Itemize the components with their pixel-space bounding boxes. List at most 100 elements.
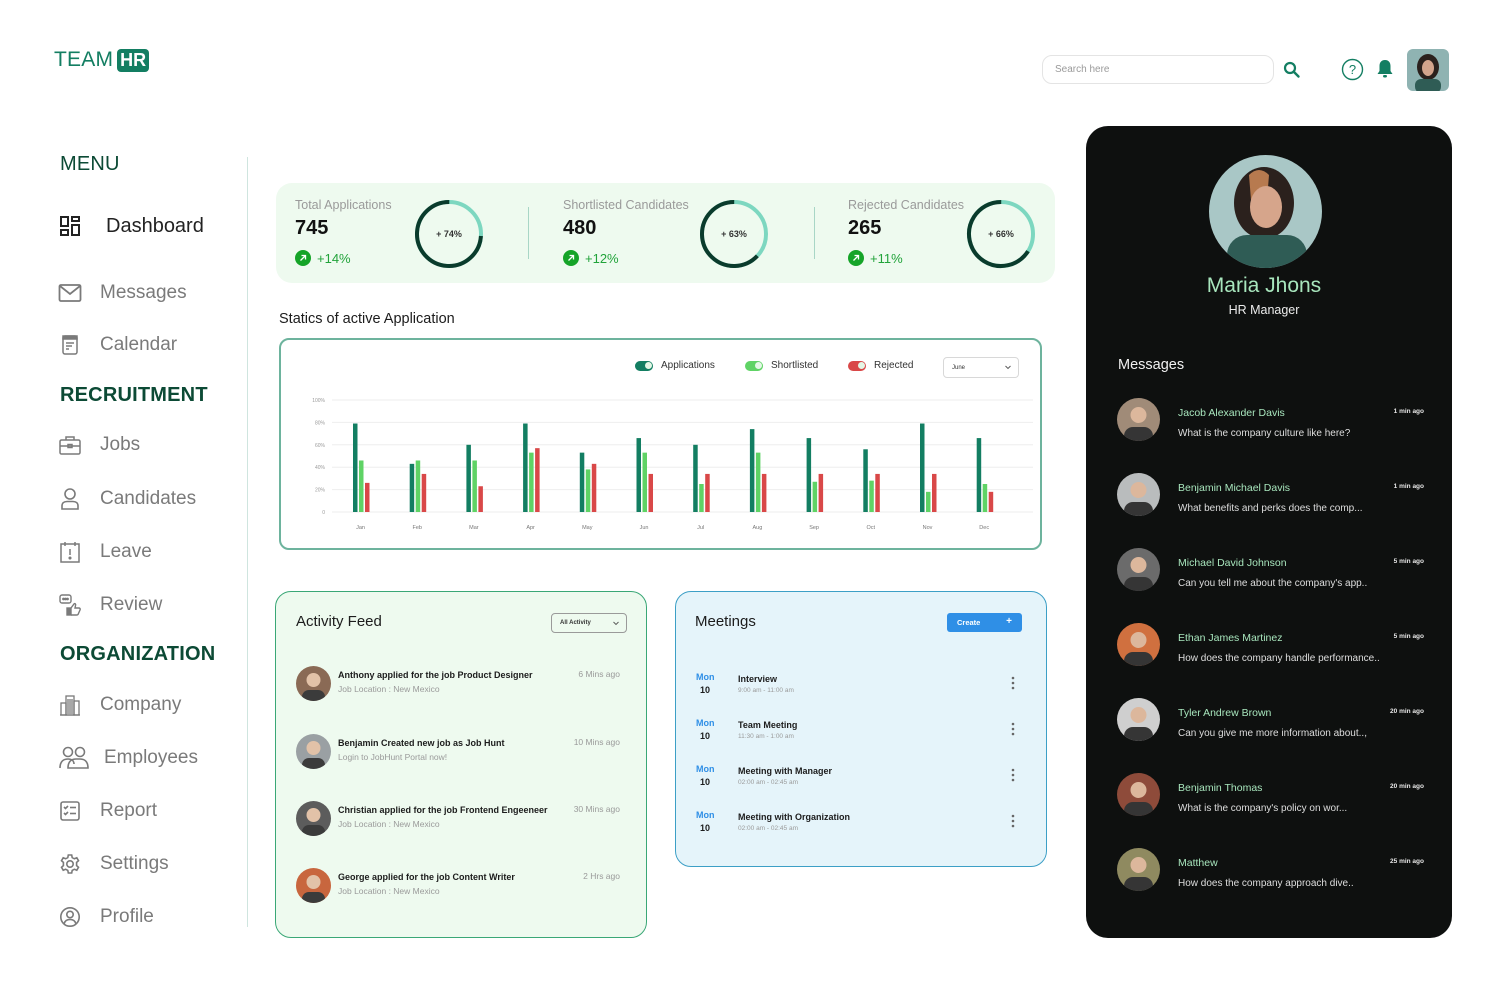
stat-title: Total Applications	[295, 198, 392, 212]
message-preview: How does the company approach dive..	[1178, 878, 1354, 889]
message-item[interactable]: Matthew 25 min ago How does the company ap…	[1117, 848, 1427, 893]
meeting-item[interactable]: Mon 10 Meeting with Manager 02:00 am - 02:4…	[694, 764, 1024, 794]
bar-rejected-may	[591, 463, 597, 512]
message-sender: Benjamin Michael Davis	[1178, 482, 1291, 494]
search-field[interactable]	[1042, 55, 1274, 84]
activity-feed-card: Activity Feed All Activity Anthony appli…	[275, 591, 647, 938]
sidebar-item-jobs[interactable]: Jobs	[58, 433, 140, 457]
more-options-icon[interactable]	[1009, 674, 1017, 692]
bar-rejected-feb	[421, 473, 427, 512]
user-avatar[interactable]	[1407, 49, 1449, 91]
bar-shortlisted-jun	[642, 452, 647, 512]
bar-applications-jan	[353, 423, 358, 512]
profile-name: Maria Jhons	[1206, 274, 1322, 297]
bar-shortlisted-sep	[812, 481, 818, 512]
stat-value: 480	[563, 217, 597, 239]
sidebar-item-employees[interactable]: Employees	[58, 746, 198, 770]
search-input[interactable]	[1043, 56, 1273, 83]
sidebar-item-review[interactable]: Review	[58, 593, 162, 617]
chart-card: Applications Shortlisted Rejected June 0…	[279, 338, 1042, 550]
bar-shortlisted-feb	[415, 460, 421, 512]
meeting-item[interactable]: Mon 10 Team Meeting 11:30 am - 1:00 am	[694, 718, 1024, 748]
message-item[interactable]: Benjamin Michael Davis 1 min ago What bene…	[1117, 473, 1427, 518]
profile-avatar[interactable]	[1209, 155, 1322, 268]
message-item[interactable]: Benjamin Thomas 20 min ago What is the com…	[1117, 773, 1427, 818]
stat-title: Rejected Candidates	[848, 198, 965, 212]
logo[interactable]: TEAM HR	[54, 48, 150, 72]
logo-team-text: TEAM	[54, 48, 114, 71]
gear-icon	[58, 852, 82, 876]
trend-up-icon	[563, 250, 579, 266]
ring-label: + 66%	[988, 229, 1014, 239]
activity-text: George applied for the job Content Write…	[338, 872, 515, 882]
bar-applications-aug	[749, 429, 755, 512]
y-tick-label: 20%	[315, 488, 326, 494]
sidebar-item-settings[interactable]: Settings	[58, 852, 169, 876]
sidebar-item-candidates[interactable]: Candidates	[58, 487, 196, 511]
avatar	[296, 734, 331, 769]
message-item[interactable]: Jacob Alexander Davis 1 min ago What is th…	[1117, 398, 1427, 443]
sidebar-item-report[interactable]: Report	[58, 799, 157, 823]
bar-applications-jun	[636, 438, 641, 512]
avatar	[1117, 698, 1160, 741]
meeting-item[interactable]: Mon 10 Meeting with Organization 02:00 am -…	[694, 810, 1024, 840]
bell-icon[interactable]	[1375, 58, 1395, 80]
sidebar-item-leave[interactable]: Leave	[58, 540, 152, 564]
sidebar-item-calendar[interactable]: Calendar	[58, 333, 177, 357]
sidebar-item-profile[interactable]: Profile	[58, 905, 154, 929]
meetings-card: Meetings Create + Mon 10 Interview 9:00 am …	[675, 591, 1047, 867]
bar-rejected-sep	[818, 473, 824, 512]
activity-time: 10 Mins ago	[573, 737, 620, 747]
sidebar-item-dashboard[interactable]: Dashboard	[58, 214, 204, 238]
y-tick-label: 60%	[315, 443, 326, 449]
message-time: 20 min ago	[1390, 783, 1424, 790]
activity-time: 6 Mins ago	[578, 669, 620, 679]
mail-icon	[58, 281, 82, 305]
report-icon	[58, 799, 82, 823]
help-icon[interactable]: ?	[1341, 58, 1364, 81]
create-meeting-button[interactable]: Create +	[947, 613, 1022, 632]
avatar	[1117, 548, 1160, 591]
bar-rejected-nov	[932, 473, 937, 512]
message-item[interactable]: Ethan James Martinez 5 min ago How does th…	[1117, 623, 1427, 668]
section-title-menu: MENU	[60, 153, 120, 175]
chart-title: Statics of active Application	[279, 311, 455, 327]
meeting-title: Meeting with Manager	[738, 766, 833, 776]
message-preview: Can you tell me about the company's app.…	[1178, 578, 1368, 589]
dashboard-icon	[58, 214, 82, 238]
avatar	[1117, 623, 1160, 666]
avatar	[296, 868, 331, 903]
more-options-icon[interactable]	[1009, 720, 1017, 738]
briefcase-icon	[58, 433, 82, 457]
y-tick-label: 100%	[312, 398, 325, 404]
more-options-icon[interactable]	[1009, 766, 1017, 784]
message-item[interactable]: Michael David Johnson 5 min ago Can you te…	[1117, 548, 1427, 593]
bar-shortlisted-oct	[869, 480, 874, 512]
bar-shortlisted-jul	[699, 484, 704, 512]
more-options-icon[interactable]	[1009, 812, 1017, 830]
message-time: 1 min ago	[1393, 483, 1424, 490]
search-icon[interactable]	[1282, 60, 1302, 80]
bar-shortlisted-nov	[926, 491, 931, 512]
sidebar-item-messages[interactable]: Messages	[58, 281, 187, 305]
bar-rejected-jun	[648, 473, 653, 512]
sidebar-divider	[247, 157, 248, 927]
stat-divider	[528, 207, 529, 259]
activity-subtext: Job Location : New Mexico	[338, 886, 440, 896]
bar-applications-dec	[976, 438, 982, 512]
activity-time: 2 Hrs ago	[583, 871, 620, 881]
message-sender: Ethan James Martinez	[1178, 632, 1283, 644]
avatar	[1117, 473, 1160, 516]
meeting-title: Team Meeting	[738, 720, 798, 730]
profile-role: HR Manager	[1228, 303, 1300, 317]
activity-text: Christian applied for the job Frontend E…	[338, 805, 548, 815]
meeting-item[interactable]: Mon 10 Interview 9:00 am - 11:00 am	[694, 672, 1024, 702]
stat-progress-ring: + 63%	[699, 199, 769, 269]
sidebar-item-company[interactable]: Company	[58, 693, 181, 717]
activity-filter-select[interactable]: All Activity	[551, 613, 627, 633]
calendar-icon	[58, 333, 82, 357]
bar-shortlisted-aug	[755, 452, 761, 512]
message-item[interactable]: Tyler Andrew Brown 20 min ago Can you give…	[1117, 698, 1427, 743]
bar-rejected-mar	[478, 486, 483, 512]
bar-rejected-jan	[365, 482, 370, 512]
